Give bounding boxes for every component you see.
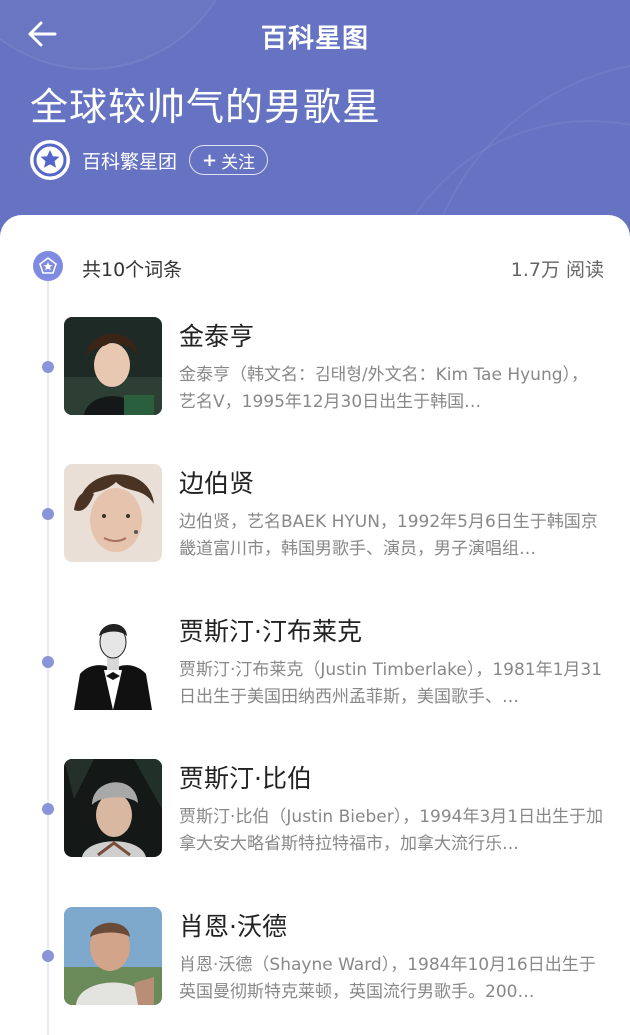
org-name[interactable]: 百科繁星团 xyxy=(82,147,177,174)
entry-description: 金泰亨（韩文名：김태형/外文名：Kim Tae Hyung），艺名V，1995年… xyxy=(179,365,589,412)
list-item[interactable]: 金泰亨 金泰亨（韩文名：김태형/外文名：Kim Tae Hyung），艺名V，1… xyxy=(64,317,609,427)
entry-count: 共10个词条 xyxy=(82,259,183,281)
entry-name: 贾斯汀·汀布莱克 xyxy=(179,617,362,646)
timeline-dot xyxy=(42,950,54,962)
org-row: 百科繁星团 + 关注 xyxy=(30,140,269,180)
star-badge-icon xyxy=(33,143,67,177)
entry-list-card: 共10个词条 1.7万 阅读 金泰亨 金泰亨（韩文名：김태형/外文名：Kim T… xyxy=(0,215,630,1035)
entry-name: 金泰亨 xyxy=(179,322,255,351)
list-item[interactable]: 肖恩·沃德 肖恩·沃德（Shayne Ward），1984年10月16日出生于英… xyxy=(64,907,609,1017)
timeline-dot xyxy=(42,361,54,373)
timeline-dot xyxy=(42,508,54,520)
app-title: 百科星图 xyxy=(260,24,369,54)
timeline-dot xyxy=(42,803,54,815)
read-count: 1.7万 阅读 xyxy=(510,259,604,281)
org-logo[interactable] xyxy=(30,140,70,180)
top-bar: 百科星图 xyxy=(0,0,630,70)
header-decoration xyxy=(420,60,630,240)
entry-description: 边伯贤，艺名BAEK HYUN，1992年5月6日生于韩国京畿道富川市，韩国男歌… xyxy=(179,512,598,559)
entry-thumbnail[interactable] xyxy=(64,317,162,415)
list-item[interactable]: 贾斯汀·汀布莱克 贾斯汀·汀布莱克（Justin Timberlake），198… xyxy=(64,612,609,722)
header: 百科星图 全球较帅气的男歌星 百科繁星团 + 关注 xyxy=(0,0,630,240)
page-title: 全球较帅气的男歌星 xyxy=(30,85,382,129)
entry-name: 肖恩·沃德 xyxy=(179,912,287,941)
pentagon-star-icon xyxy=(33,251,63,281)
entry-thumbnail[interactable] xyxy=(64,464,162,562)
plus-icon: + xyxy=(202,149,218,171)
timeline-dot xyxy=(42,656,54,668)
entry-description: 贾斯汀·汀布莱克（Justin Timberlake），1981年1月31日出生… xyxy=(179,660,603,707)
list-item[interactable]: 边伯贤 边伯贤，艺名BAEK HYUN，1992年5月6日生于韩国京畿道富川市，… xyxy=(64,464,609,574)
entry-description: 肖恩·沃德（Shayne Ward），1984年10月16日出生于英国曼彻斯特克… xyxy=(179,955,596,1002)
list-summary: 共10个词条 1.7万 阅读 xyxy=(0,215,630,315)
follow-label: 关注 xyxy=(221,152,256,173)
entry-name: 边伯贤 xyxy=(179,469,255,498)
follow-button[interactable]: + 关注 xyxy=(189,145,269,175)
entry-description: 贾斯汀·比伯（Justin Bieber），1994年3月1日出生于加拿大安大略… xyxy=(179,807,604,854)
entry-thumbnail[interactable] xyxy=(64,612,162,710)
entry-name: 贾斯汀·比伯 xyxy=(179,764,312,793)
entry-thumbnail[interactable] xyxy=(64,759,162,857)
entry-thumbnail[interactable] xyxy=(64,907,162,1005)
list-item[interactable]: 贾斯汀·比伯 贾斯汀·比伯（Justin Bieber），1994年3月1日出生… xyxy=(64,759,609,869)
